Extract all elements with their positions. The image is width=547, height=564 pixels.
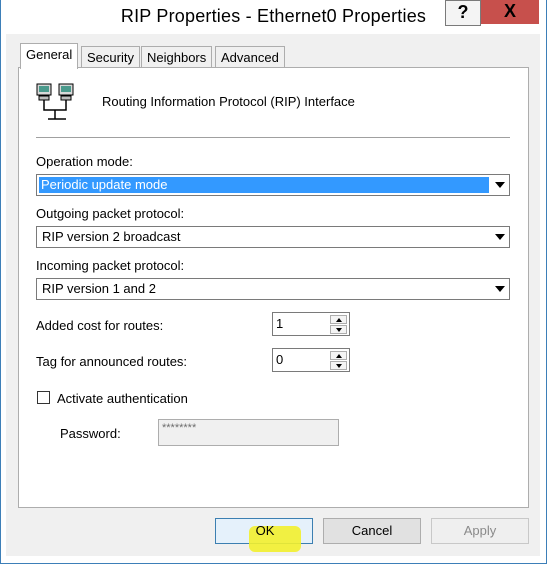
added-cost-spinner[interactable]: 1 xyxy=(272,312,350,336)
outgoing-protocol-select[interactable]: RIP version 2 broadcast xyxy=(36,226,510,248)
tab-general[interactable]: General xyxy=(20,43,79,69)
close-button[interactable]: X xyxy=(481,0,539,24)
incoming-protocol-label: Incoming packet protocol: xyxy=(36,258,185,273)
tab-advanced[interactable]: Advanced xyxy=(215,46,285,67)
spin-up-icon[interactable] xyxy=(330,315,347,324)
operation-mode-label: Operation mode: xyxy=(36,154,133,169)
spin-down-icon[interactable] xyxy=(330,325,347,334)
tag-label: Tag for announced routes: xyxy=(36,354,188,369)
apply-button[interactable]: Apply xyxy=(431,518,529,544)
operation-mode-value: Periodic update mode xyxy=(39,177,489,193)
outgoing-protocol-label: Outgoing packet protocol: xyxy=(36,206,185,221)
tab-security[interactable]: Security xyxy=(81,46,140,67)
chevron-down-icon[interactable] xyxy=(491,176,508,194)
tag-spinner[interactable]: 0 xyxy=(272,348,350,372)
password-field[interactable]: ******** xyxy=(158,419,339,446)
incoming-protocol-select[interactable]: RIP version 1 and 2 xyxy=(36,278,510,300)
tab-neighbors[interactable]: Neighbors xyxy=(141,46,213,67)
operation-mode-select[interactable]: Periodic update mode xyxy=(36,174,510,196)
added-cost-label: Added cost for routes: xyxy=(36,318,164,333)
activate-authentication-checkbox[interactable] xyxy=(37,391,50,404)
incoming-protocol-value: RIP version 1 and 2 xyxy=(42,281,156,296)
added-cost-value[interactable]: 1 xyxy=(276,316,283,331)
ok-button-label[interactable]: OK xyxy=(255,523,275,538)
separator-line xyxy=(36,137,510,138)
cancel-button[interactable]: Cancel xyxy=(323,518,421,544)
password-label: Password: xyxy=(60,426,121,441)
chevron-down-icon[interactable] xyxy=(491,280,508,298)
network-computers-icon xyxy=(36,83,74,120)
spin-up-icon[interactable] xyxy=(330,351,347,360)
outgoing-protocol-value: RIP version 2 broadcast xyxy=(42,229,181,244)
spin-down-icon[interactable] xyxy=(330,361,347,370)
tag-value[interactable]: 0 xyxy=(276,352,283,367)
help-button[interactable]: ? xyxy=(445,0,481,26)
activate-authentication-label[interactable]: Activate authentication xyxy=(57,391,188,406)
chevron-down-icon[interactable] xyxy=(491,228,508,246)
interface-heading: Routing Information Protocol (RIP) Inter… xyxy=(102,94,355,109)
